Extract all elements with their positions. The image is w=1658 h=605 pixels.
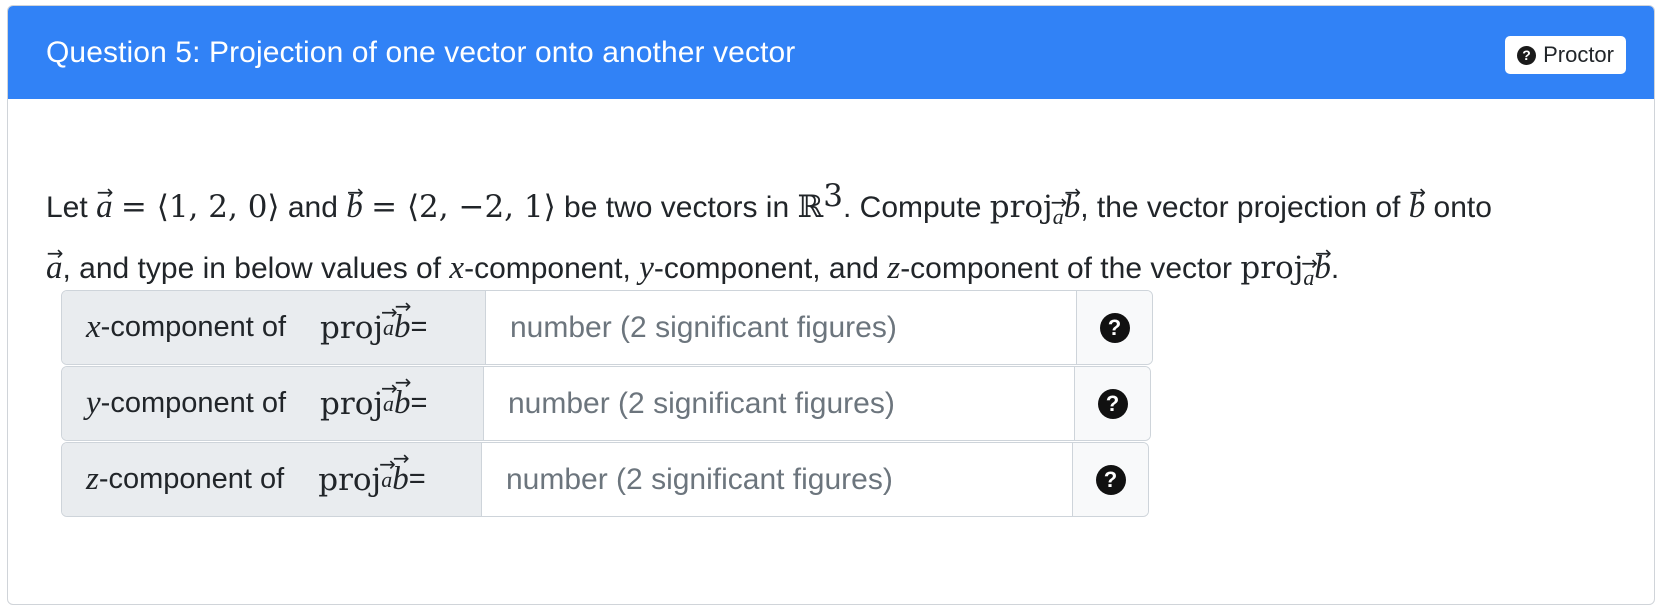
proctor-label: Proctor [1543,42,1614,67]
answer-input-y[interactable] [484,367,1074,440]
question-circle-icon: ? [1517,45,1537,65]
question-circle-icon: ? [1095,464,1126,495]
help-button-x[interactable]: ? [1076,291,1152,364]
answer-label-y: y-component ofprojab= [62,367,484,440]
answer-label-x: x-component ofprojab= [62,291,486,364]
answer-row-z: z-component ofprojab= ? [61,442,1149,517]
answer-row-y: y-component ofprojab= ? [61,366,1151,441]
question-circle-icon: ? [1097,388,1128,419]
answer-input-z[interactable] [482,443,1072,516]
answer-row-x: x-component ofprojab= ? [61,290,1153,365]
help-button-z[interactable]: ? [1072,443,1148,516]
answer-input-x[interactable] [486,291,1076,364]
help-button-y[interactable]: ? [1074,367,1150,440]
proctor-button[interactable]: ? Proctor [1505,36,1626,74]
question-title: Question 5: Projection of one vector ont… [46,36,796,69]
question-prompt: Let a = ⟨1, 2, 0⟩ and b = ⟨2, −2, 1⟩ be … [46,171,1546,304]
question-header: Question 5: Projection of one vector ont… [8,6,1654,99]
answer-label-z: z-component ofprojab= [62,443,482,516]
question-circle-icon: ? [1099,312,1130,343]
